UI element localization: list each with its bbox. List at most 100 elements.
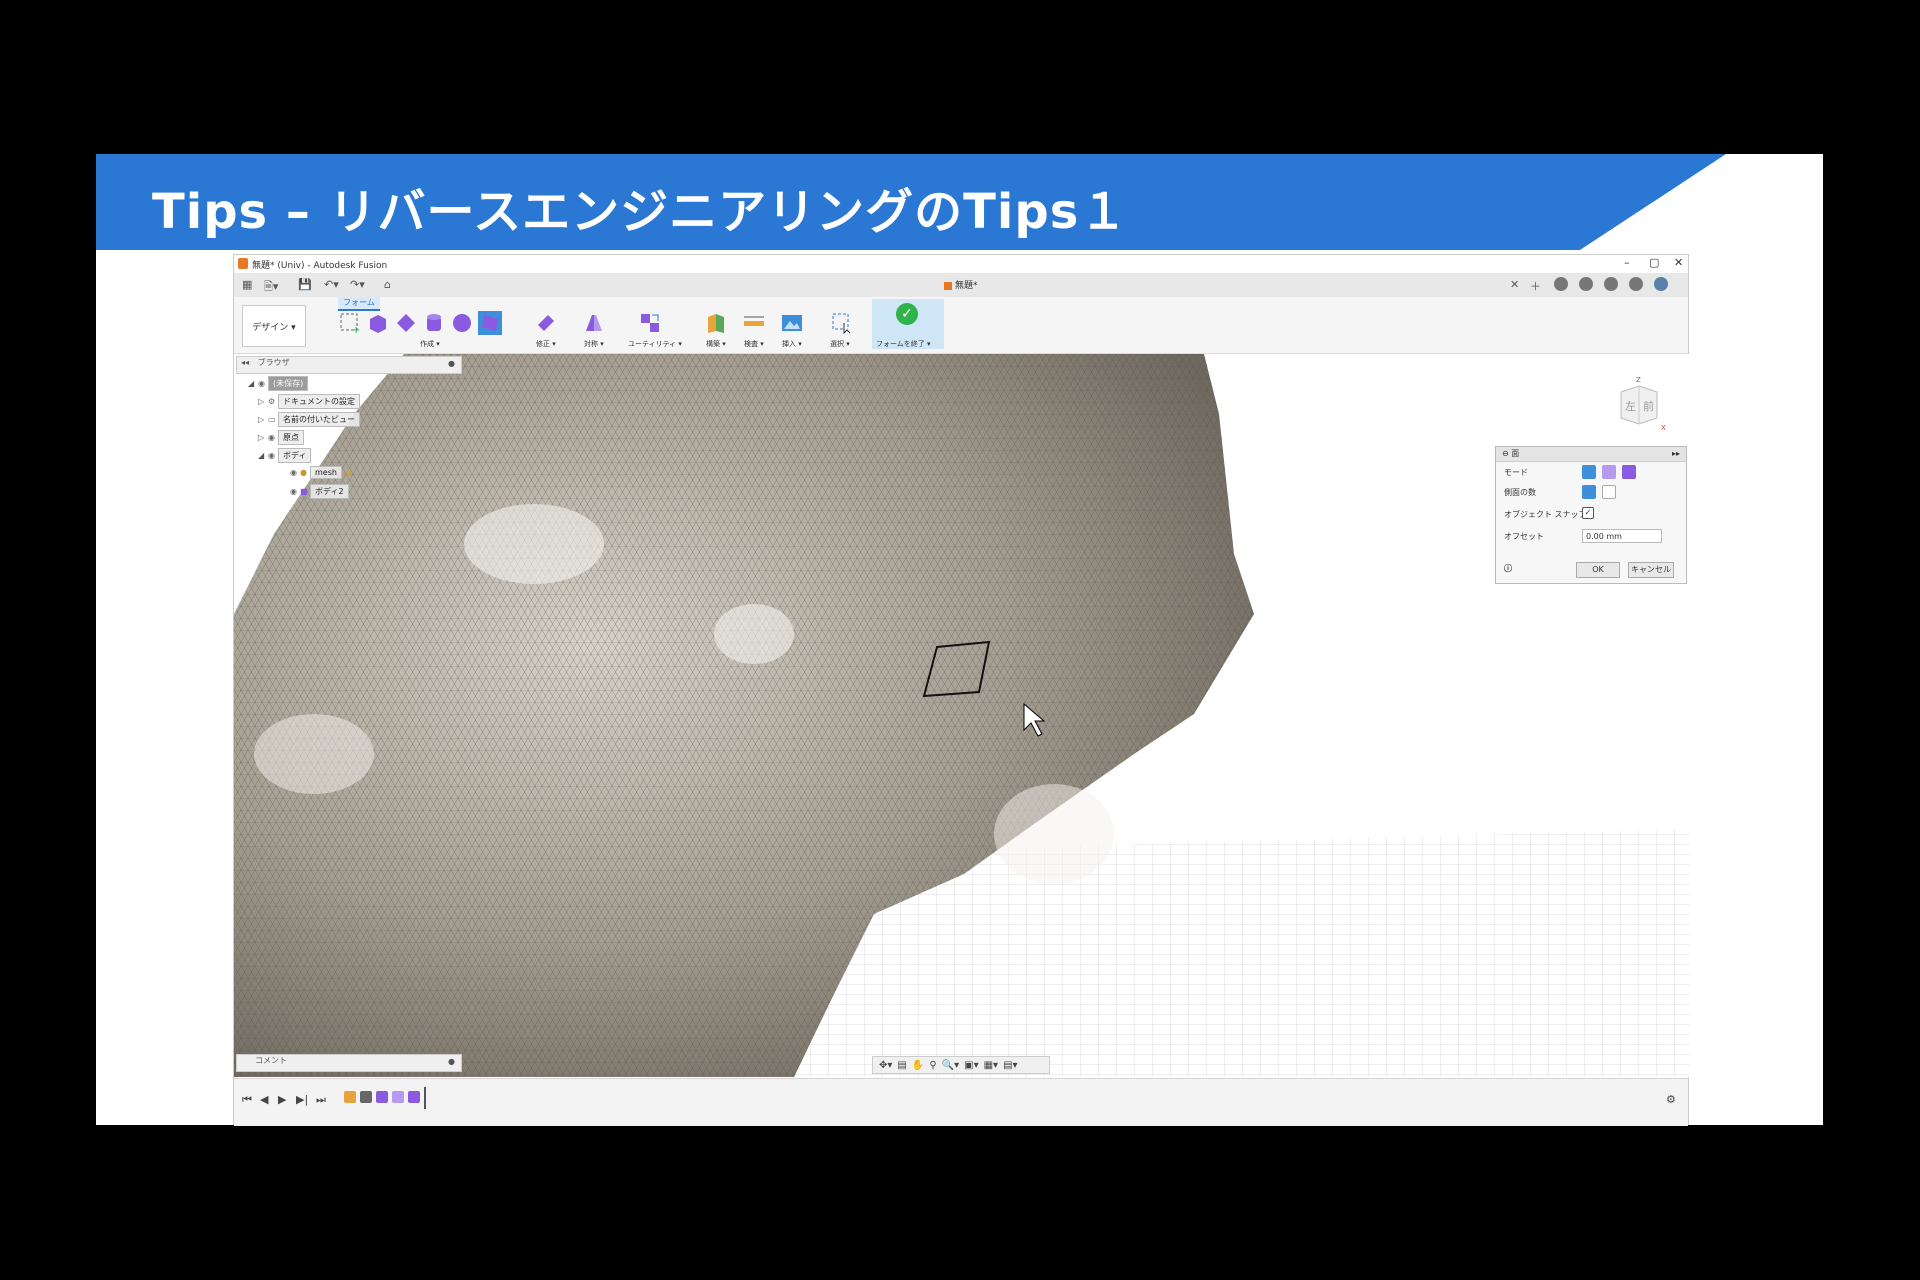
expand-triangle-icon[interactable]: ◢	[248, 379, 258, 388]
create-group-label[interactable]: 作成 ▾	[420, 339, 440, 349]
zoom-window-icon[interactable]: ⚲	[929, 1060, 936, 1071]
view-cube[interactable]: 左 前 Z X	[1609, 374, 1669, 434]
step-forward-icon[interactable]: ▶|	[296, 1093, 308, 1106]
dialog-collapse-icon[interactable]: ⊖	[1502, 449, 1511, 458]
construct-group-label[interactable]: 構築 ▾	[706, 339, 726, 349]
select-group-label[interactable]: 選択 ▾	[830, 339, 850, 349]
tree-item-origin[interactable]: ▷ ◉ 原点	[258, 430, 304, 445]
tab-form[interactable]: フォーム	[338, 297, 380, 311]
workspace-switcher[interactable]: デザイン ▾	[242, 305, 306, 347]
symmetry-group-label[interactable]: 対称 ▾	[584, 339, 604, 349]
info-icon[interactable]: ⓘ	[1504, 563, 1512, 574]
maximize-button[interactable]: ▢	[1649, 256, 1659, 269]
select-icon[interactable]	[830, 311, 854, 335]
cancel-button[interactable]: キャンセル	[1628, 562, 1674, 578]
timeline-form-feature-2[interactable]	[392, 1091, 404, 1103]
go-to-end-icon[interactable]: ⏭	[316, 1093, 326, 1107]
tree-item-body2[interactable]: ◉ ■ ボディ2	[290, 484, 349, 499]
create-box-sketch-icon[interactable]: +	[338, 311, 362, 335]
timeline-form-feature-3[interactable]	[408, 1091, 420, 1103]
extensions-icon[interactable]	[1554, 277, 1568, 291]
document-tab[interactable]: 無題*	[944, 278, 978, 291]
sphere-icon[interactable]	[450, 311, 474, 335]
insert-group-label[interactable]: 挿入 ▾	[782, 339, 802, 349]
file-icon[interactable]: 🗎▾	[264, 278, 278, 297]
warning-icon[interactable]: ⚠	[345, 468, 352, 477]
viewcube-left-face[interactable]: 左	[1625, 400, 1636, 413]
expand-triangle-icon[interactable]: ◢	[258, 451, 268, 460]
construct-icon[interactable]	[704, 311, 728, 335]
face-tool-icon[interactable]	[478, 311, 502, 335]
redo-icon[interactable]: ↷▾	[350, 278, 365, 291]
look-at-icon[interactable]: ▤	[897, 1060, 906, 1071]
home-icon[interactable]: ⌂	[384, 278, 391, 291]
eye-icon[interactable]: ◉	[268, 451, 278, 460]
timeline-marker[interactable]	[424, 1087, 426, 1109]
help-icon[interactable]	[1629, 277, 1643, 291]
minimize-button[interactable]: –	[1624, 256, 1630, 269]
timeline-move-feature[interactable]	[360, 1091, 372, 1103]
eye-icon[interactable]: ◉	[290, 487, 300, 496]
step-back-icon[interactable]: ◀	[260, 1093, 268, 1106]
grid-menu-icon[interactable]: ▦	[242, 278, 252, 291]
3d-viewport[interactable]: ◂◂ ブラウザ ● ◢ ◉ (未保存) ▷ ⚙ ドキュメントの設定 ▷ ▭ 名前の付いたビュ…	[234, 354, 1690, 1077]
mode-chain-button[interactable]	[1622, 465, 1636, 479]
user-avatar[interactable]	[1654, 277, 1668, 291]
mesh-model-render[interactable]	[234, 354, 1690, 1077]
inspect-group-label[interactable]: 検査 ▾	[744, 339, 764, 349]
undo-icon[interactable]: ↶▾	[324, 278, 339, 291]
new-tab-icon[interactable]: ＋	[1530, 278, 1541, 294]
tree-item-root[interactable]: ◢ ◉ (未保存)	[248, 376, 309, 391]
plane-icon[interactable]	[394, 311, 418, 335]
utility-icon[interactable]	[638, 311, 662, 335]
comment-panel[interactable]: コメント ●	[236, 1054, 462, 1072]
eye-icon[interactable]: ◉	[290, 468, 300, 477]
notifications-icon[interactable]	[1604, 277, 1618, 291]
timeline-mesh-feature[interactable]	[344, 1091, 356, 1103]
expand-triangle-icon[interactable]: ▷	[258, 415, 268, 424]
eye-icon[interactable]: ◉	[268, 433, 278, 442]
mode-edge-button[interactable]	[1602, 465, 1616, 479]
close-tab-icon[interactable]: ✕	[1510, 278, 1519, 291]
play-icon[interactable]: ▶	[278, 1093, 286, 1106]
expand-triangle-icon[interactable]: ▷	[258, 397, 268, 406]
pan-icon[interactable]: ✋	[912, 1060, 924, 1071]
sides-multi-button[interactable]	[1602, 485, 1616, 499]
timeline-settings-gear-icon[interactable]: ⚙	[1666, 1093, 1676, 1106]
offset-input[interactable]: 0.00 mm	[1582, 529, 1662, 543]
box-icon[interactable]	[366, 311, 390, 335]
collapse-icon[interactable]: ◂◂	[241, 358, 249, 367]
dialog-expand-icon[interactable]: ▸▸	[1672, 447, 1680, 461]
symmetry-icon[interactable]	[582, 311, 606, 335]
cylinder-icon[interactable]	[422, 311, 446, 335]
browser-panel-header[interactable]: ◂◂ ブラウザ ●	[236, 356, 462, 374]
expand-triangle-icon[interactable]: ▷	[258, 433, 268, 442]
measure-icon[interactable]	[742, 311, 766, 335]
browser-pin-icon[interactable]: ●	[448, 359, 455, 368]
modify-group-label[interactable]: 修正 ▾	[536, 339, 556, 349]
orbit-icon[interactable]: ✥▾	[879, 1060, 892, 1071]
viewports-icon[interactable]: ▤▾	[1003, 1060, 1017, 1071]
edit-form-icon[interactable]	[534, 311, 558, 335]
display-settings-icon[interactable]: ▣▾	[964, 1060, 978, 1071]
tree-item-mesh[interactable]: ◉ ● mesh ⚠	[290, 466, 352, 481]
dialog-header[interactable]: ⊖ 面 ▸▸	[1496, 447, 1686, 462]
eye-icon[interactable]: ◉	[258, 379, 268, 388]
go-to-start-icon[interactable]: ⏮	[242, 1093, 252, 1107]
ok-button[interactable]: OK	[1576, 562, 1620, 578]
job-status-icon[interactable]	[1579, 277, 1593, 291]
mode-simple-button[interactable]	[1582, 465, 1596, 479]
viewcube-front-face[interactable]: 前	[1643, 399, 1654, 413]
snap-checkbox[interactable]: ✓	[1582, 507, 1594, 519]
grid-settings-icon[interactable]: ▦▾	[984, 1060, 998, 1071]
close-window-button[interactable]: ✕	[1674, 256, 1683, 269]
sides-four-button[interactable]	[1582, 485, 1596, 499]
utility-group-label[interactable]: ユーティリティ ▾	[628, 339, 682, 349]
zoom-icon[interactable]: 🔍▾	[942, 1060, 959, 1071]
tree-item-named-views[interactable]: ▷ ▭ 名前の付いたビュー	[258, 412, 360, 427]
finish-form-button[interactable]: ✓ フォームを終了 ▾	[872, 299, 944, 349]
save-icon[interactable]: 💾	[298, 278, 312, 291]
tree-item-document-settings[interactable]: ▷ ⚙ ドキュメントの設定	[258, 394, 360, 409]
insert-image-icon[interactable]	[780, 311, 804, 335]
tree-item-bodies[interactable]: ◢ ◉ ボディ	[258, 448, 312, 463]
